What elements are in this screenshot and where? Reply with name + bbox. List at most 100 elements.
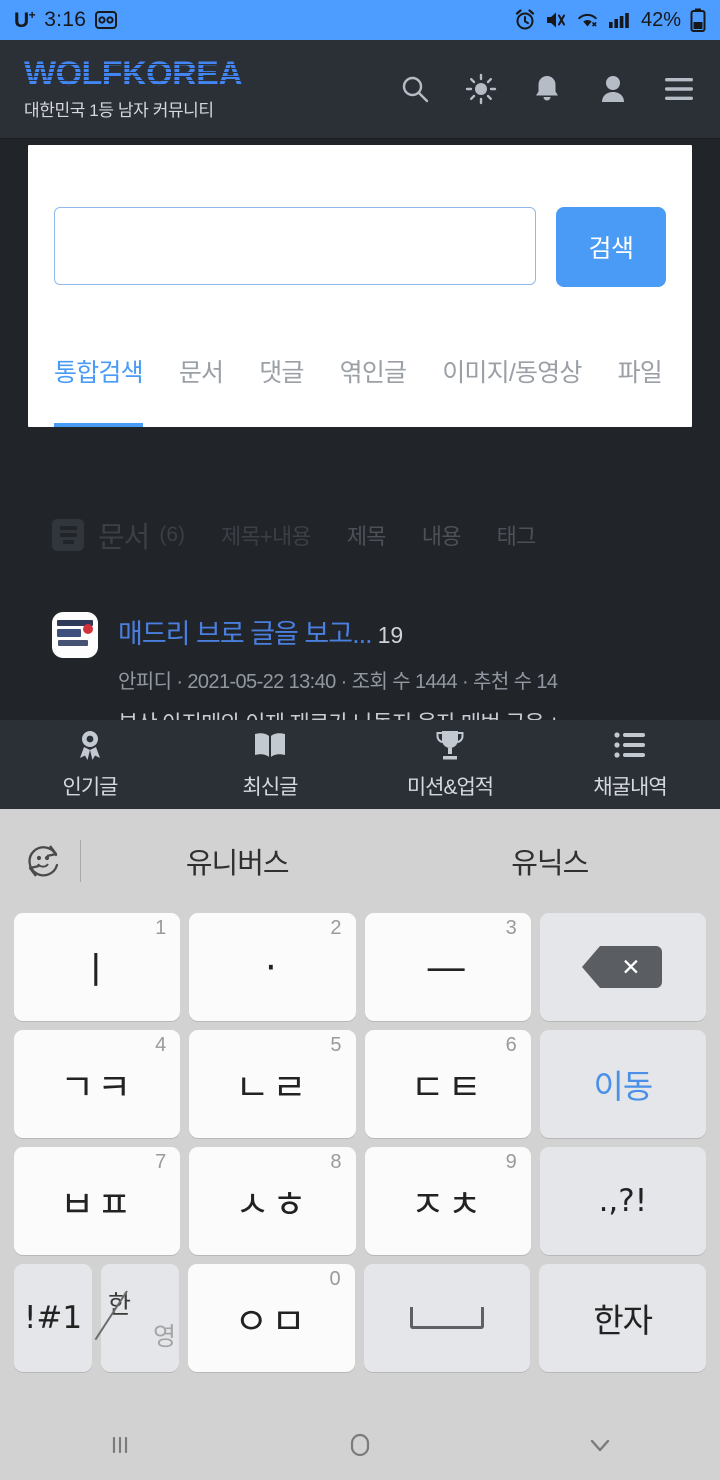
key-number: 2	[330, 917, 342, 939]
award-ribbon-icon	[75, 728, 105, 762]
search-submit-button[interactable]: 검색	[556, 207, 666, 287]
bell-icon[interactable]	[530, 72, 564, 106]
key-number: 0	[329, 1268, 341, 1290]
key-number: 4	[155, 1034, 167, 1056]
key-nieun-rieul[interactable]: 5 ㄴㄹ	[189, 1030, 356, 1138]
result-comment-count: 19	[377, 622, 404, 648]
key-jieut-chieut[interactable]: 9 ㅈㅊ	[364, 1147, 531, 1255]
hanja-key[interactable]: 한자	[539, 1264, 707, 1372]
document-icon	[52, 519, 84, 551]
key-eu[interactable]: 3 ―	[364, 913, 531, 1021]
brand-tagline: 대한민국 1등 남자 커뮤니티	[24, 101, 214, 120]
key-number: 6	[505, 1034, 517, 1056]
result-title-link[interactable]: 매드리 브로 글을 보고...	[118, 619, 373, 649]
key-label: ―	[427, 945, 468, 989]
key-label: ㄱㅋ	[60, 1066, 135, 1109]
list-icon	[614, 728, 646, 762]
filter-title-content[interactable]: 제목+내용	[221, 519, 312, 551]
punctuation-key[interactable]: .,?!	[539, 1147, 706, 1255]
carrier-label: U+	[14, 7, 36, 32]
brightness-icon[interactable]	[464, 72, 498, 106]
menu-icon[interactable]	[662, 72, 696, 106]
hide-keyboard-icon[interactable]	[480, 1430, 720, 1460]
search-results: 문서 (6) 제목+내용 제목 내용 태그 매드리 브로 글을 보고... 19 …	[0, 500, 720, 738]
key-label: ·	[264, 945, 280, 989]
key-dot[interactable]: 2 ·	[189, 913, 356, 1021]
space-key[interactable]	[363, 1264, 531, 1372]
search-tabs: 통합검색 문서 댓글 엮인글 이미지/동영상 파일	[28, 287, 692, 427]
key-label: 한자	[593, 1302, 653, 1339]
bottomnav-item-popular[interactable]: 인기글	[0, 728, 180, 801]
header-actions	[398, 72, 696, 106]
person-icon[interactable]	[596, 72, 630, 106]
tab-trackbacks[interactable]: 엮인글	[340, 353, 407, 427]
filter-content[interactable]: 내용	[422, 519, 462, 551]
open-book-icon	[253, 728, 287, 762]
key-siot-hieut[interactable]: 8 ㅅㅎ	[189, 1147, 356, 1255]
app-header: WOLFKOREA 대한민국 1등 남자 커뮤니티	[0, 40, 720, 139]
key-label: .,?!	[598, 1183, 648, 1219]
key-number: 9	[505, 1151, 517, 1173]
key-number: 8	[330, 1151, 342, 1173]
key-label: ㄷㅌ	[410, 1066, 485, 1109]
backspace-icon: ✕	[581, 946, 662, 988]
key-label: ㅈㅊ	[410, 1183, 485, 1226]
filter-title[interactable]: 제목	[347, 519, 387, 551]
key-label: ㅅㅎ	[235, 1183, 310, 1226]
recents-icon[interactable]	[0, 1430, 240, 1460]
android-navigation-bar	[0, 1409, 720, 1480]
key-number: 3	[505, 917, 517, 939]
lang-secondary: 영	[152, 1323, 176, 1351]
clock: 3:16	[44, 8, 87, 31]
bottom-navigation: 인기글 최신글 미션&업적 채굴내역	[0, 720, 720, 809]
suggestion-1[interactable]: 유니버스	[81, 840, 394, 882]
search-icon[interactable]	[398, 72, 432, 106]
key-i[interactable]: 1 ㅣ	[14, 913, 181, 1021]
symbols-key[interactable]: !#1	[14, 1264, 92, 1372]
home-icon[interactable]	[240, 1429, 480, 1461]
emoji-rotate-icon[interactable]	[14, 832, 72, 890]
tab-images-videos[interactable]: 이미지/동영상	[442, 353, 582, 427]
backspace-key[interactable]: ✕	[539, 913, 706, 1021]
key-digeut-tieut[interactable]: 6 ㄷㅌ	[364, 1030, 531, 1138]
key-giyeok-kieuk[interactable]: 4 ㄱㅋ	[14, 1030, 181, 1138]
battery-percent: 42%	[640, 8, 681, 31]
suggestion-2[interactable]: 유닉스	[394, 840, 707, 882]
key-label: 이동	[593, 1068, 654, 1105]
mute-icon	[545, 10, 567, 30]
key-number: 7	[155, 1151, 167, 1173]
battery-icon	[690, 8, 706, 32]
bottomnav-item-mission[interactable]: 미션&업적	[360, 728, 540, 801]
trophy-icon	[435, 728, 465, 762]
filter-tag[interactable]: 태그	[497, 519, 537, 551]
bottomnav-label-latest: 최신글	[242, 776, 299, 799]
key-number: 1	[155, 917, 167, 939]
key-ieung-mieum[interactable]: 0 ㅇㅁ	[188, 1264, 355, 1372]
language-toggle-icon: 한 영	[94, 1285, 176, 1351]
go-key[interactable]: 이동	[539, 1030, 706, 1138]
results-section-title: 문서	[98, 522, 150, 554]
wifi-icon	[576, 10, 599, 30]
status-bar: U+ 3:16 42%	[0, 0, 720, 40]
brand-logo[interactable]: WOLFKOREA 대한민국 1등 남자 커뮤니티	[24, 57, 243, 121]
results-filters: 제목+내용 제목 내용 태그	[221, 519, 537, 551]
bottomnav-item-latest[interactable]: 최신글	[180, 728, 360, 801]
bottomnav-item-mining[interactable]: 채굴내역	[540, 728, 720, 801]
key-bieup-pieup[interactable]: 7 ㅂㅍ	[14, 1147, 181, 1255]
key-label: !#1	[23, 1300, 83, 1336]
tab-comments[interactable]: 댓글	[259, 353, 304, 427]
korean-keyboard: 유니버스 유닉스 1 ㅣ 2 · 3 ― ✕ 4 ㄱㅋ 5 ㄴㄹ 6 ㄷㅌ 이동…	[0, 809, 720, 1409]
bottomnav-label-mining: 채굴내역	[593, 776, 667, 799]
bottomnav-label-mission: 미션&업적	[406, 776, 494, 799]
bottomnav-label-popular: 인기글	[62, 776, 119, 799]
result-thumbnail	[52, 612, 98, 658]
suggestion-bar: 유니버스 유닉스	[0, 809, 720, 913]
language-toggle-key[interactable]: 한 영	[94, 1264, 179, 1372]
tab-integrated-search[interactable]: 통합검색	[54, 353, 144, 427]
signal-icon	[608, 10, 630, 30]
search-panel: 검색 통합검색 문서 댓글 엮인글 이미지/동영상 파일	[28, 145, 692, 427]
phone-screen: U+ 3:16 42% WOLFKOREA 대한민국 1등 남자 커뮤니티 검색…	[0, 0, 720, 1480]
tab-files[interactable]: 파일	[618, 353, 663, 427]
tab-documents[interactable]: 문서	[179, 353, 224, 427]
search-input[interactable]	[54, 207, 536, 285]
